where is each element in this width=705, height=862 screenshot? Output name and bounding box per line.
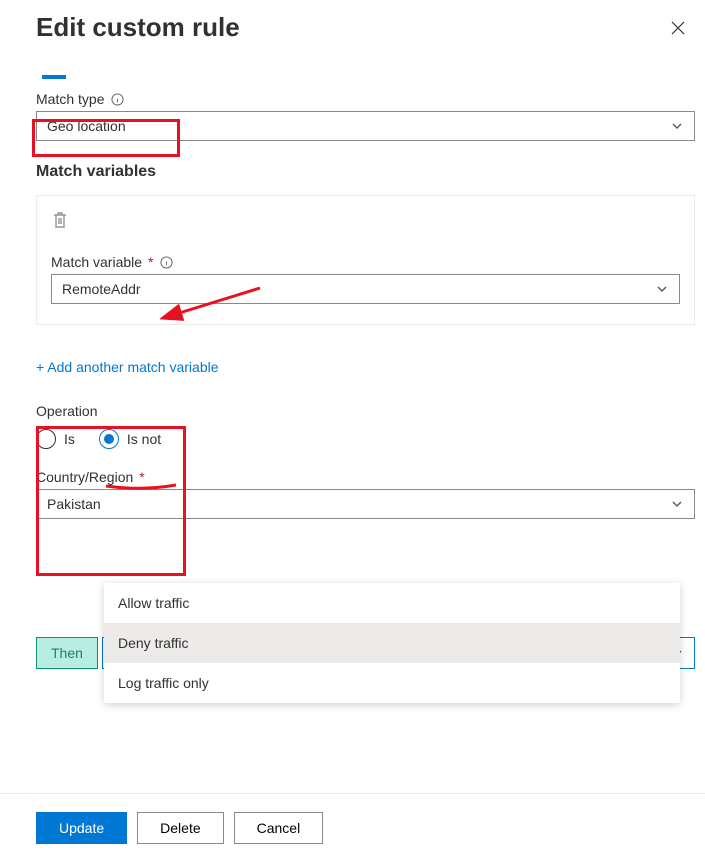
action-option-log[interactable]: Log traffic only — [104, 663, 680, 703]
match-type-label-text: Match type — [36, 91, 104, 107]
radio-icon — [99, 429, 119, 449]
cancel-button[interactable]: Cancel — [234, 812, 324, 844]
radio-label-is: Is — [64, 431, 75, 447]
delete-icon[interactable] — [51, 210, 71, 230]
delete-button[interactable]: Delete — [137, 812, 223, 844]
radio-label-is-not: Is not — [127, 431, 161, 447]
country-region-label-text: Country/Region — [36, 469, 133, 485]
operation-radio-is[interactable]: Is — [36, 429, 75, 449]
chevron-down-icon — [670, 497, 684, 511]
match-type-select[interactable]: Geo location — [36, 111, 695, 141]
chevron-down-icon — [655, 282, 669, 296]
info-icon[interactable] — [160, 255, 174, 269]
action-dropdown-menu: Allow traffic Deny traffic Log traffic o… — [104, 583, 680, 703]
match-type-value: Geo location — [47, 118, 126, 134]
match-type-label: Match type — [36, 91, 124, 107]
operation-radio-group: Is Is not — [36, 429, 695, 449]
match-variable-value: RemoteAddr — [62, 281, 141, 297]
match-variable-card: Match variable * RemoteAddr — [36, 195, 695, 325]
panel-title: Edit custom rule — [36, 12, 240, 43]
match-variable-label-text: Match variable — [51, 254, 142, 270]
update-button[interactable]: Update — [36, 812, 127, 844]
close-icon[interactable] — [667, 17, 689, 39]
required-asterisk: * — [148, 254, 153, 270]
radio-icon — [36, 429, 56, 449]
match-variable-select[interactable]: RemoteAddr — [51, 274, 680, 304]
country-region-value: Pakistan — [47, 496, 101, 512]
country-region-field: Country/Region * Pakistan — [36, 469, 695, 519]
operation-label: Operation — [36, 403, 97, 419]
action-option-allow[interactable]: Allow traffic — [104, 583, 680, 623]
content-area: Match type Geo location Match variables … — [0, 75, 705, 669]
match-variable-label: Match variable * — [51, 254, 174, 270]
panel-header: Edit custom rule — [0, 0, 705, 53]
footer-actions: Update Delete Cancel — [0, 793, 705, 862]
country-region-select[interactable]: Pakistan — [36, 489, 695, 519]
chevron-down-icon — [670, 119, 684, 133]
info-icon[interactable] — [110, 92, 124, 106]
add-match-variable-link[interactable]: + Add another match variable — [36, 359, 219, 375]
country-region-label: Country/Region * — [36, 469, 145, 485]
active-tab-indicator — [42, 75, 66, 79]
then-badge: Then — [36, 637, 98, 669]
action-option-deny[interactable]: Deny traffic — [104, 623, 680, 663]
required-asterisk: * — [139, 469, 144, 485]
match-variables-title: Match variables — [36, 163, 695, 181]
operation-radio-is-not[interactable]: Is not — [99, 429, 161, 449]
match-type-field: Match type Geo location — [36, 91, 695, 141]
